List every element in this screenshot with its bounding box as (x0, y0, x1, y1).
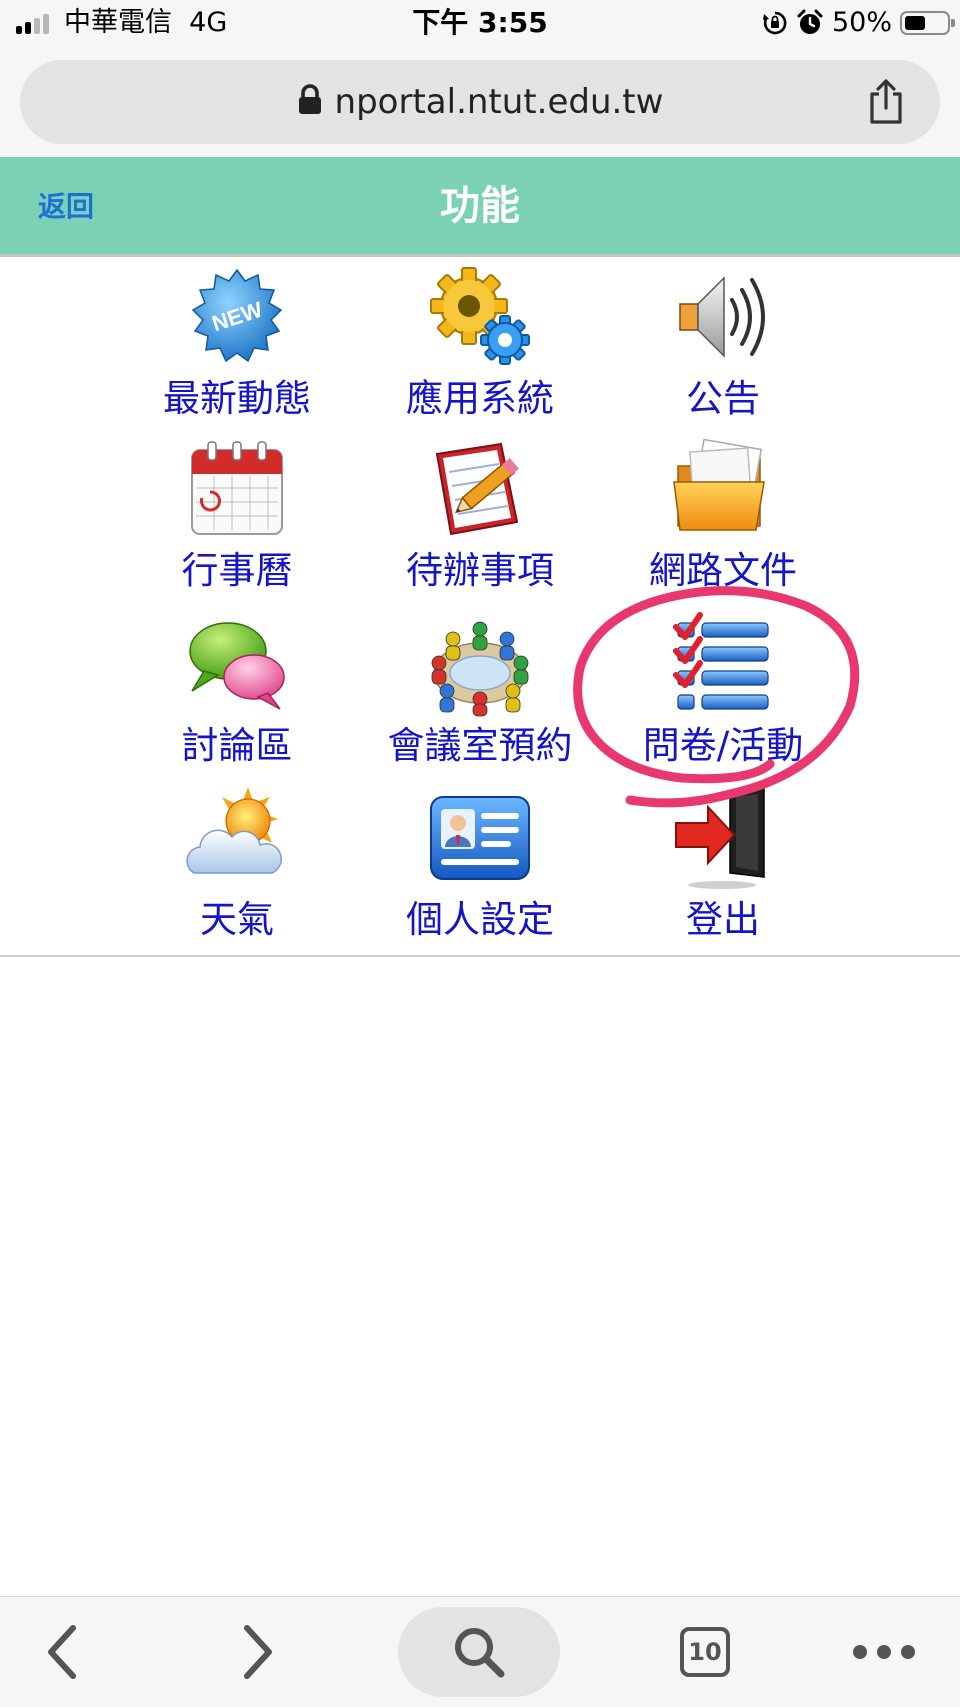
function-item-meeting-room[interactable]: 會議室預約 (360, 609, 600, 781)
share-icon (870, 79, 902, 124)
status-right-group: 50% (762, 6, 955, 40)
function-label: 問卷/活動 (642, 724, 804, 767)
new-badge-icon: NEW (182, 264, 292, 370)
function-label: 行事曆 (181, 549, 293, 592)
function-label: 應用系統 (406, 377, 554, 420)
page-header: 返回 功能 (0, 157, 960, 257)
speaker-icon (668, 264, 778, 370)
share-button[interactable] (860, 76, 912, 128)
chevron-left-icon (48, 1625, 76, 1679)
function-item-logout[interactable]: 登出 (603, 783, 843, 955)
tabs-button[interactable]: 10 (670, 1607, 740, 1697)
function-item-survey-activity[interactable]: 問卷/活動 (603, 609, 843, 781)
function-label: 個人設定 (406, 898, 554, 941)
orientation-lock-icon (762, 10, 788, 36)
tab-count: 10 (688, 1638, 722, 1666)
folder-icon (668, 436, 778, 542)
battery-percent: 50% (831, 7, 892, 38)
calendar-icon (182, 436, 292, 542)
alarm-icon (796, 9, 824, 37)
battery-icon (900, 11, 955, 35)
function-item-announcements[interactable]: 公告 (603, 262, 843, 434)
weather-sun-cloud-icon (182, 785, 292, 891)
profile-card-icon (425, 785, 535, 891)
function-item-personal-settings[interactable]: 個人設定 (360, 783, 600, 955)
chat-bubbles-icon (182, 611, 292, 717)
address-bar[interactable]: nportal.ntut.edu.tw (20, 60, 940, 144)
function-item-applications[interactable]: 應用系統 (360, 262, 600, 434)
page-title: 功能 (440, 183, 520, 229)
function-label: 天氣 (200, 898, 274, 941)
function-label: 討論區 (181, 724, 293, 767)
function-label: 待辦事項 (406, 549, 554, 592)
function-label: 公告 (686, 377, 760, 420)
function-label: 登出 (686, 898, 760, 941)
logout-door-icon (668, 785, 778, 891)
browser-toolbar: 10 (0, 1596, 960, 1707)
notepad-pencil-icon (425, 436, 535, 542)
url-text: nportal.ntut.edu.tw (334, 82, 664, 122)
function-grid: NEW 最新動態 應用系統 公告 行事曆 待辦事項 網路文件 討論區 會議室預約… (0, 260, 960, 957)
function-item-web-documents[interactable]: 網路文件 (603, 434, 843, 606)
search-icon (455, 1628, 505, 1678)
more-button[interactable] (848, 1607, 920, 1697)
forward-button[interactable] (222, 1607, 292, 1697)
function-label: 會議室預約 (387, 724, 573, 767)
browser-address-area: nportal.ntut.edu.tw (0, 50, 960, 157)
chevron-right-icon (244, 1625, 272, 1679)
back-button[interactable] (28, 1607, 98, 1697)
search-button[interactable] (398, 1607, 560, 1697)
function-item-news[interactable]: NEW 最新動態 (117, 262, 357, 434)
tab-count-badge: 10 (680, 1627, 730, 1677)
lock-icon (297, 84, 323, 120)
function-item-calendar[interactable]: 行事曆 (117, 434, 357, 606)
meeting-people-icon (425, 611, 535, 717)
gears-icon (425, 264, 535, 370)
checklist-icon (668, 611, 778, 717)
function-item-forum[interactable]: 討論區 (117, 609, 357, 781)
status-bar: 中華電信 4G 下午 3:55 50% (0, 0, 960, 50)
function-item-weather[interactable]: 天氣 (117, 783, 357, 955)
more-dots-icon (853, 1645, 915, 1659)
function-item-todo[interactable]: 待辦事項 (360, 434, 600, 606)
function-label: 最新動態 (163, 377, 311, 420)
function-label: 網路文件 (649, 549, 797, 592)
